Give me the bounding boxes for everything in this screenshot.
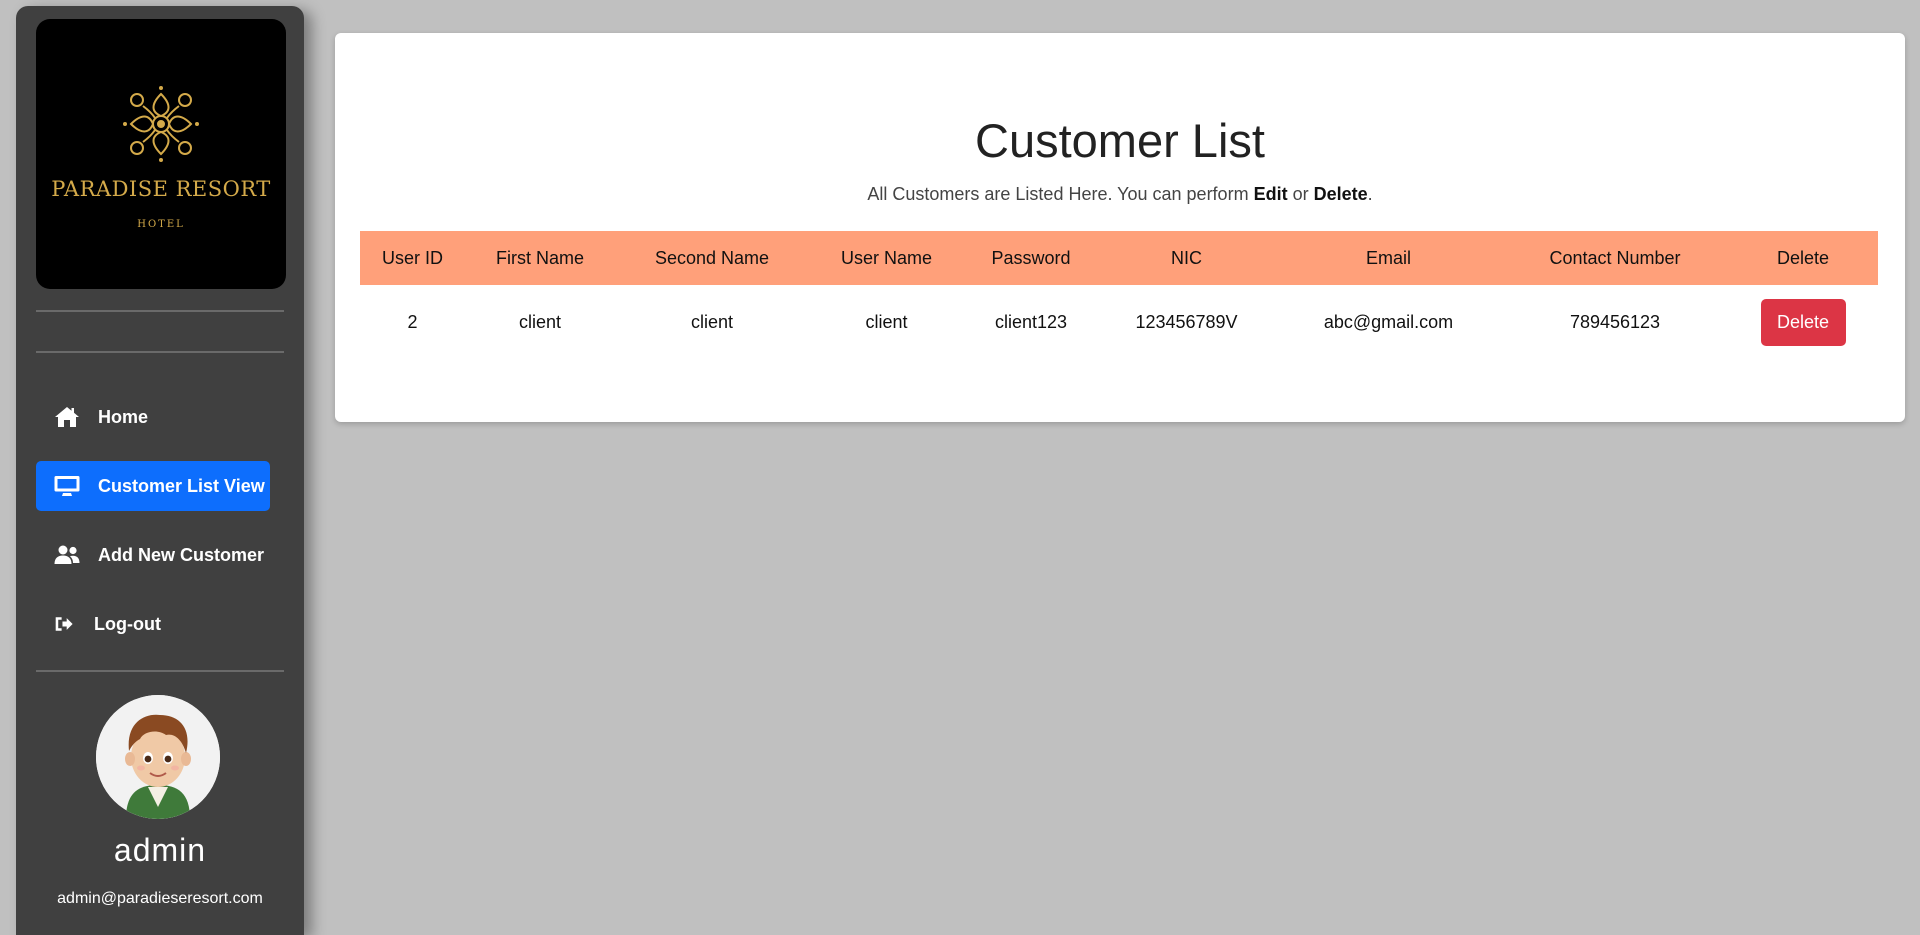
hotel-tagline: HOTEL bbox=[137, 219, 185, 230]
page-subtitle: All Customers are Listed Here. You can p… bbox=[335, 184, 1905, 205]
nav-item-add-new-customer[interactable]: Add New Customer bbox=[36, 530, 270, 580]
column-header-password: Password bbox=[964, 231, 1098, 285]
home-icon bbox=[55, 407, 79, 427]
users-icon bbox=[54, 545, 80, 564]
cell-delete: Delete bbox=[1728, 285, 1878, 359]
column-header-second-name: Second Name bbox=[615, 231, 809, 285]
column-header-email: Email bbox=[1275, 231, 1502, 285]
page-title: Customer List bbox=[975, 114, 1265, 167]
ornament-emblem-icon bbox=[123, 86, 199, 162]
subtitle-edit: Edit bbox=[1253, 184, 1288, 204]
sidebar: PARADISE RESORT HOTEL Home Customer List… bbox=[16, 6, 304, 935]
nav-item-home[interactable]: Home bbox=[36, 392, 270, 442]
cell-second-name: client bbox=[690, 311, 734, 332]
nav-item-label: Add New Customer bbox=[98, 544, 265, 565]
cell-user-name: client bbox=[865, 311, 908, 332]
customer-table: User ID First Name Second Name User Name… bbox=[360, 231, 1878, 359]
user-avatar-icon bbox=[96, 695, 220, 819]
nav-item-label: Home bbox=[98, 406, 149, 427]
cell-first-name: client bbox=[518, 311, 562, 332]
column-header-first-name: First Name bbox=[465, 231, 615, 285]
nav-item-log-out[interactable]: Log-out bbox=[36, 599, 270, 649]
nav-item-label: Log-out bbox=[94, 613, 161, 634]
sign-out-icon bbox=[55, 617, 73, 631]
user-name: admin bbox=[113, 832, 207, 868]
customer-list-card: Customer List All Customers are Listed H… bbox=[335, 33, 1905, 422]
table-row: 2 client client client client123 1234567… bbox=[360, 285, 1878, 359]
subtitle-period: . bbox=[1367, 184, 1373, 204]
column-header-user-name: User Name bbox=[809, 231, 964, 285]
hotel-logo: PARADISE RESORT HOTEL bbox=[36, 19, 286, 289]
nav-item-customer-list-view[interactable]: Customer List View bbox=[36, 461, 270, 511]
cell-user-id: 2 bbox=[407, 311, 418, 332]
nav-item-label: Customer List View bbox=[98, 475, 265, 496]
cell-contact-number: 789456123 bbox=[1569, 311, 1661, 332]
column-header-delete: Delete bbox=[1728, 231, 1878, 285]
cell-nic: 123456789V bbox=[1135, 311, 1238, 332]
user-email: admin@paradieseresort.com bbox=[57, 890, 263, 907]
table-header-row: User ID First Name Second Name User Name… bbox=[360, 231, 1878, 285]
column-header-contact-number: Contact Number bbox=[1502, 231, 1728, 285]
divider bbox=[36, 310, 284, 312]
cell-email: abc@gmail.com bbox=[1323, 311, 1454, 332]
column-header-nic: NIC bbox=[1098, 231, 1275, 285]
subtitle-delete: Delete bbox=[1313, 184, 1368, 204]
subtitle-text: All Customers are Listed Here. You can p… bbox=[867, 184, 1254, 204]
cell-password: client123 bbox=[994, 311, 1068, 332]
hotel-name: PARADISE RESORT bbox=[51, 177, 271, 201]
subtitle-or: or bbox=[1287, 184, 1314, 204]
delete-button[interactable]: Delete bbox=[1760, 298, 1846, 346]
avatar bbox=[96, 695, 220, 819]
divider bbox=[36, 670, 284, 672]
monitor-icon bbox=[54, 476, 80, 496]
divider bbox=[36, 351, 284, 353]
column-header-user-id: User ID bbox=[360, 231, 465, 285]
